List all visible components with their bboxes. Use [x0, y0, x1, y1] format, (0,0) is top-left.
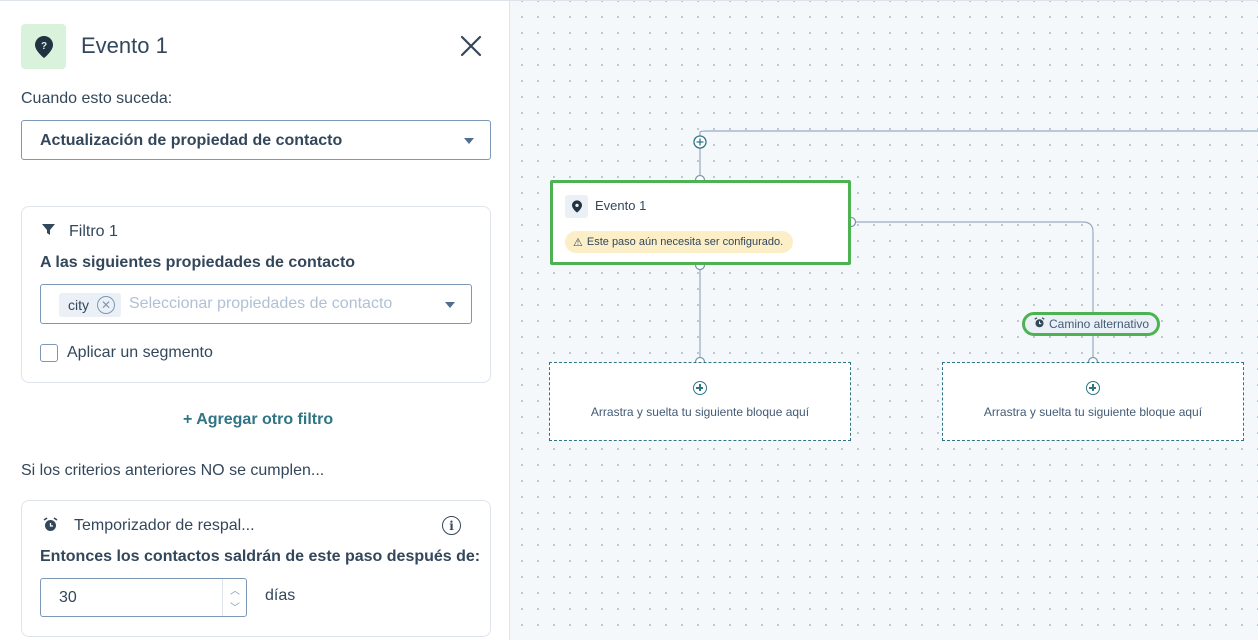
alarm-clock-icon	[1034, 317, 1045, 331]
plus-icon[interactable]	[693, 381, 707, 395]
warning-text: Este paso aún necesita ser configurado.	[586, 236, 784, 248]
dropzone-text: Arrastra y suelta tu siguiente bloque aq…	[983, 405, 1203, 419]
alternative-path-label: Camino alternativo	[1049, 317, 1150, 331]
dropzone[interactable]: Arrastra y suelta tu siguiente bloque aq…	[942, 362, 1244, 441]
location-pin-icon	[565, 195, 588, 218]
dropzone[interactable]: Arrastra y suelta tu siguiente bloque aq…	[549, 362, 851, 441]
warning-icon: ⚠	[573, 236, 583, 249]
alternative-path-badge[interactable]: Camino alternativo	[1022, 312, 1161, 336]
event-node[interactable]: Evento 1 ⚠ Este paso aún necesita ser co…	[550, 180, 851, 265]
dropzone-text: Arrastra y suelta tu siguiente bloque aq…	[590, 405, 810, 419]
warning-badge: ⚠ Este paso aún necesita ser configurado…	[565, 231, 794, 253]
node-title: Evento 1	[595, 198, 647, 213]
plus-icon[interactable]	[1086, 381, 1100, 395]
